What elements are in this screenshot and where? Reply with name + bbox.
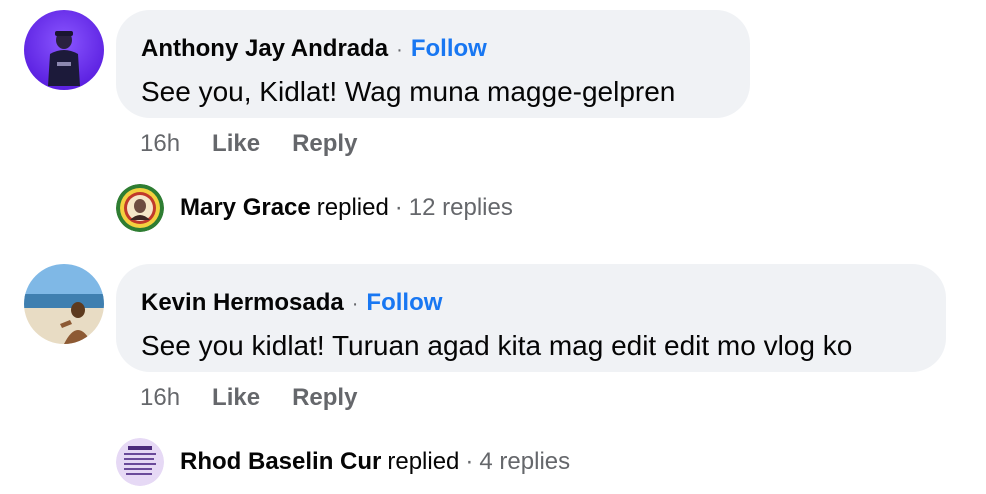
- avatar-rhod-image: [116, 438, 164, 486]
- comment-text: See you kidlat! Turuan agad kita mag edi…: [141, 330, 853, 361]
- comment-header: Anthony Jay Andrada · Follow: [141, 32, 725, 67]
- like-button[interactable]: Like: [212, 384, 260, 411]
- reply-button[interactable]: Reply: [292, 130, 357, 157]
- follow-button[interactable]: Follow: [366, 289, 442, 316]
- reply-author: Rhod Baselin Cur: [180, 448, 382, 475]
- comment-bubble: Kevin Hermosada · Follow See you kidlat! T…: [116, 264, 946, 372]
- avatar-anthony-image: [24, 10, 104, 90]
- comment-bubble: Anthony Jay Andrada · Follow See you, Kidl…: [116, 10, 750, 118]
- separator-dot: ·: [394, 194, 403, 221]
- reply-summary: Rhod Baselin Cur replied · 4 replies: [180, 448, 570, 476]
- comment-timestamp[interactable]: 16h: [140, 130, 180, 157]
- view-replies[interactable]: Mary Grace replied · 12 replies: [116, 184, 513, 232]
- comment-author[interactable]: Anthony Jay Andrada: [141, 35, 388, 62]
- comment-author[interactable]: Kevin Hermosada: [141, 289, 344, 316]
- avatar-kevin[interactable]: [24, 264, 104, 344]
- reply-verb: replied: [316, 194, 389, 221]
- avatar-anthony[interactable]: [24, 10, 104, 90]
- reply-count: 4 replies: [479, 448, 571, 475]
- avatar-mary-grace-image: [116, 184, 164, 232]
- avatar-rhod: [116, 438, 164, 486]
- reply-button[interactable]: Reply: [292, 384, 357, 411]
- comment-text: See you, Kidlat! Wag muna magge-gelpren: [141, 76, 676, 107]
- reply-count: 12 replies: [408, 194, 513, 221]
- comment-timestamp[interactable]: 16h: [140, 384, 180, 411]
- reply-verb: replied: [387, 448, 460, 475]
- reply-summary: Mary Grace replied · 12 replies: [180, 194, 513, 222]
- comment-actions: 16h Like Reply: [140, 130, 389, 158]
- separator-dot: ·: [465, 448, 474, 475]
- like-button[interactable]: Like: [212, 130, 260, 157]
- follow-button[interactable]: Follow: [411, 35, 487, 62]
- comment-actions: 16h Like Reply: [140, 384, 389, 412]
- reply-author: Mary Grace: [180, 194, 311, 221]
- avatar-kevin-image: [24, 264, 104, 344]
- view-replies[interactable]: Rhod Baselin Cur replied · 4 replies: [116, 438, 570, 486]
- avatar-mary-grace: [116, 184, 164, 232]
- separator-dot: ·: [351, 293, 359, 315]
- comment-header: Kevin Hermosada · Follow: [141, 286, 921, 321]
- separator-dot: ·: [396, 39, 403, 61]
